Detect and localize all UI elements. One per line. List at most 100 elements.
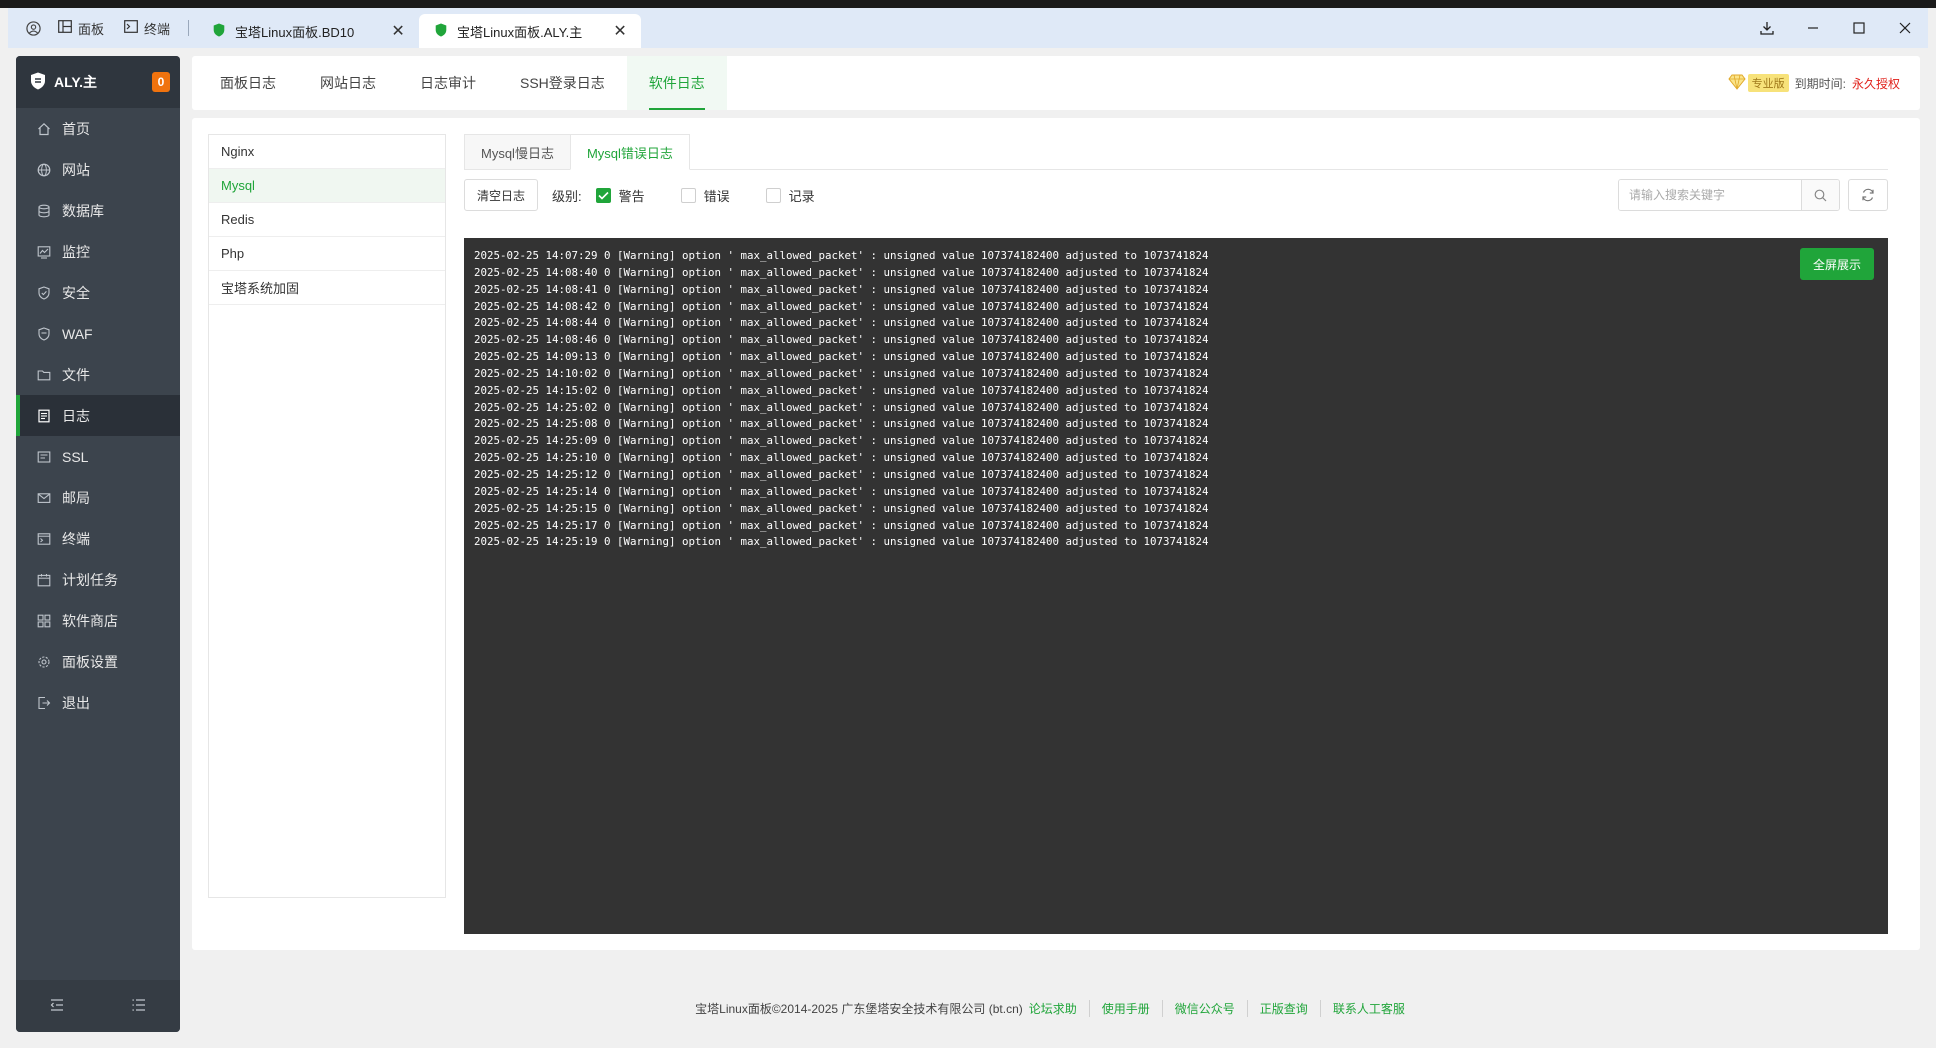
tab-panel-log[interactable]: 面板日志 <box>198 56 298 110</box>
terminal-icon <box>124 20 138 36</box>
log-line: 2025-02-25 14:25:14 0 [Warning] option '… <box>474 484 1209 498</box>
log-line: 2025-02-25 14:07:29 0 [Warning] option '… <box>474 249 1209 262</box>
log-type-nav: 面板日志 网站日志 日志审计 SSH登录日志 软件日志 专业版 到期时间: 永久… <box>192 56 1920 110</box>
database-icon <box>36 203 52 219</box>
maximize-button[interactable] <box>1836 8 1882 48</box>
expire-value[interactable]: 永久授权 <box>1852 75 1900 92</box>
list-item-nginx[interactable]: Nginx <box>209 135 445 169</box>
app-area: ALY.主 0 首页 网站 数据库 监控 安全 WAF 文件 日志 SSL 邮局… <box>8 48 1928 1042</box>
sidebar-item-logout[interactable]: 退出 <box>16 682 180 723</box>
sidebar-item-terminal[interactable]: 终端 <box>16 518 180 559</box>
level-record-checkbox[interactable]: 记录 <box>765 186 815 205</box>
footer-link-wechat[interactable]: 微信公众号 <box>1161 999 1247 1017</box>
monitor-icon <box>36 244 52 260</box>
level-warning-checkbox[interactable]: 警告 <box>595 186 645 205</box>
checkbox-unchecked[interactable] <box>680 187 696 203</box>
terminal-link-label: 终端 <box>144 21 171 37</box>
sidebar-item-label: 日志 <box>62 407 90 424</box>
search-input[interactable] <box>1619 180 1801 210</box>
footer-link-forum[interactable]: 论坛求助 <box>1023 1000 1089 1017</box>
sidebar-item-monitor[interactable]: 监控 <box>16 231 180 272</box>
sidebar-item-ssl[interactable]: SSL <box>16 436 180 477</box>
search-icon[interactable] <box>1801 180 1839 210</box>
sidebar-item-label: 软件商店 <box>62 612 118 629</box>
browser-tab[interactable]: 宝塔Linux面板.BD10 ✕ <box>197 14 419 48</box>
log-line: 2025-02-25 14:25:12 0 [Warning] option '… <box>474 467 1209 481</box>
bt-shield-icon <box>435 23 447 40</box>
tab-ssh-log[interactable]: SSH登录日志 <box>498 56 627 110</box>
log-icon <box>36 408 52 424</box>
top-tabs: 面板日志 网站日志 日志审计 SSH登录日志 软件日志 <box>192 56 727 110</box>
log-line: 2025-02-25 14:09:13 0 [Warning] option '… <box>474 350 1209 364</box>
window-titlebar: 面板 终端 宝塔Linux面板.BD10 ✕ 宝塔Linux面板.ALY.主 ✕ <box>8 8 1928 48</box>
sidebar-item-home[interactable]: 首页 <box>16 108 180 149</box>
mail-icon <box>36 490 52 506</box>
sidebar-item-label: 安全 <box>62 284 90 301</box>
menu-list-icon[interactable] <box>132 998 146 1014</box>
software-list: Nginx Mysql Redis Php 宝塔系统加固 <box>208 134 446 898</box>
gear-icon <box>36 654 52 670</box>
panel-link[interactable]: 面板 <box>48 8 114 48</box>
sidebar-item-store[interactable]: 软件商店 <box>16 600 180 641</box>
log-line: 2025-02-25 14:25:17 0 [Warning] option '… <box>474 518 1209 532</box>
list-item-mysql[interactable]: Mysql <box>209 169 445 203</box>
footer-link-verify[interactable]: 正版查询 <box>1246 999 1320 1017</box>
sidebar-item-mail[interactable]: 邮局 <box>16 477 180 518</box>
list-item-php[interactable]: Php <box>209 237 445 271</box>
download-icon[interactable] <box>1744 8 1790 48</box>
log-line: 2025-02-25 14:08:42 0 [Warning] option '… <box>474 299 1209 313</box>
log-line: 2025-02-25 14:25:02 0 [Warning] option '… <box>474 400 1209 414</box>
footer-link-manual[interactable]: 使用手册 <box>1088 999 1162 1017</box>
checkbox-label: 警告 <box>618 188 645 204</box>
sidebar-item-settings[interactable]: 面板设置 <box>16 641 180 682</box>
waf-shield-icon <box>36 326 52 342</box>
minimize-button[interactable] <box>1790 8 1836 48</box>
sidebar: ALY.主 0 首页 网站 数据库 监控 安全 WAF 文件 日志 SSL 邮局… <box>16 56 180 1032</box>
terminal-link[interactable]: 终端 <box>114 8 180 48</box>
sidebar-item-waf[interactable]: WAF <box>16 313 180 354</box>
home-icon <box>36 121 52 137</box>
fullscreen-button[interactable]: 全屏展示 <box>1799 248 1874 280</box>
refresh-icon[interactable] <box>1848 179 1888 211</box>
tab-mysql-slow-log[interactable]: Mysql慢日志 <box>464 134 571 170</box>
collapse-sidebar-icon[interactable] <box>50 998 64 1014</box>
level-label: 级别: <box>552 188 582 204</box>
browser-tab-active[interactable]: 宝塔Linux面板.ALY.主 ✕ <box>419 14 642 48</box>
tab-title: 宝塔Linux面板.ALY.主 <box>457 24 583 40</box>
sidebar-item-label: 终端 <box>62 530 90 547</box>
sidebar-item-database[interactable]: 数据库 <box>16 190 180 231</box>
sidebar-item-security[interactable]: 安全 <box>16 272 180 313</box>
sidebar-item-cron[interactable]: 计划任务 <box>16 559 180 600</box>
log-line: 2025-02-25 14:25:09 0 [Warning] option '… <box>474 434 1209 448</box>
list-item-redis[interactable]: Redis <box>209 203 445 237</box>
sidebar-item-logs[interactable]: 日志 <box>16 395 180 436</box>
close-icon[interactable]: ✕ <box>611 21 629 41</box>
level-error-checkbox[interactable]: 错误 <box>680 186 730 205</box>
list-item-system-hardening[interactable]: 宝塔系统加固 <box>209 271 445 305</box>
tab-title: 宝塔Linux面板.BD10 <box>235 24 355 40</box>
pro-badge[interactable]: 专业版 <box>1728 74 1789 93</box>
tab-software-log[interactable]: 软件日志 <box>626 56 727 110</box>
license-info: 专业版 到期时间: 永久授权 <box>1728 56 1920 110</box>
notification-badge[interactable]: 0 <box>152 72 170 92</box>
log-viewer[interactable]: 全屏展示 2025-02-25 14:07:29 0 [Warning] opt… <box>464 238 1888 934</box>
window-close-button[interactable] <box>1882 8 1928 48</box>
sidebar-footer <box>16 980 180 1032</box>
checkbox-label: 错误 <box>703 188 730 204</box>
pro-label: 专业版 <box>1747 74 1789 92</box>
tab-website-log[interactable]: 网站日志 <box>298 56 398 110</box>
panel-icon <box>58 20 72 36</box>
tab-log-audit[interactable]: 日志审计 <box>398 56 498 110</box>
account-icon[interactable] <box>18 13 48 43</box>
close-icon[interactable]: ✕ <box>389 21 407 41</box>
clear-log-button[interactable]: 清空日志 <box>464 179 539 211</box>
checkbox-checked[interactable] <box>595 187 611 203</box>
checkbox-unchecked[interactable] <box>765 187 781 203</box>
sidebar-item-website[interactable]: 网站 <box>16 149 180 190</box>
tab-mysql-error-log[interactable]: Mysql错误日志 <box>569 134 690 170</box>
bt-shield-icon <box>213 23 225 40</box>
sidebar-item-files[interactable]: 文件 <box>16 354 180 395</box>
calendar-icon <box>36 572 52 588</box>
sidebar-item-label: 数据库 <box>62 202 104 219</box>
footer-link-support[interactable]: 联系人工客服 <box>1319 999 1417 1017</box>
